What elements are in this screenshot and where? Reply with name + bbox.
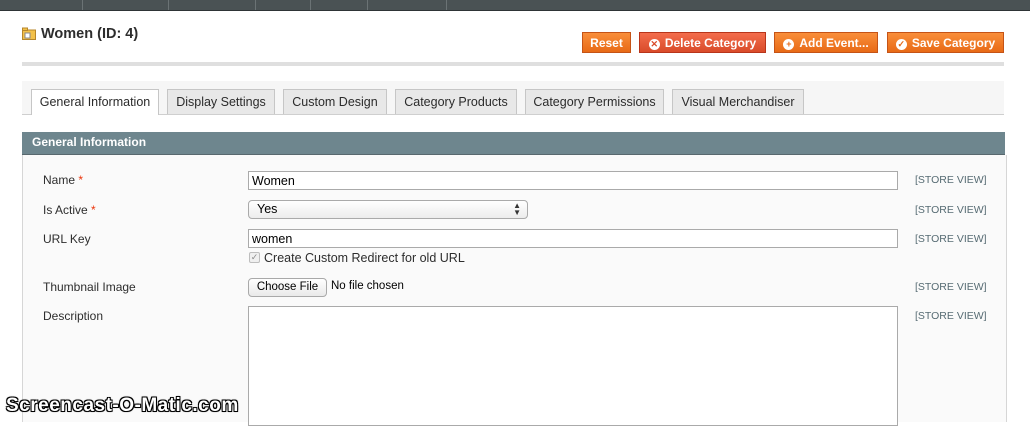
is-active-scope: [STORE VIEW] [915, 204, 987, 216]
add-event-label: Add Event... [799, 36, 869, 50]
section-header: General Information [22, 132, 1005, 155]
top-bar-divider [168, 0, 169, 10]
tab-label: General Information [39, 95, 151, 109]
admin-top-bar [0, 0, 1030, 11]
tab-label: Custom Design [292, 95, 378, 109]
add-event-button[interactable]: + Add Event... [774, 32, 878, 53]
description-label: Description [43, 309, 104, 323]
top-bar-divider [367, 0, 368, 10]
save-category-button[interactable]: ✓ Save Category [887, 32, 1004, 53]
tab-category-products[interactable]: Category Products [395, 89, 517, 114]
url-key-label: URL Key [43, 232, 91, 246]
tab-label: Category Permissions [533, 95, 656, 109]
name-field[interactable]: Women [248, 171, 898, 190]
is-active-select[interactable]: Yes ▲ ▼ [248, 200, 528, 219]
reset-button[interactable]: Reset [582, 32, 631, 53]
plus-circle-icon: + [783, 39, 795, 50]
is-active-label-text: Is Active [43, 203, 88, 217]
tab-display-settings[interactable]: Display Settings [167, 89, 275, 114]
tab-visual-merchandiser[interactable]: Visual Merchandiser [672, 89, 804, 114]
section-title: General Information [32, 135, 147, 149]
select-arrows-icon: ▲ ▼ [513, 201, 521, 217]
custom-redirect-label: Create Custom Redirect for old URL [264, 251, 465, 265]
thumbnail-label: Thumbnail Image [43, 280, 136, 294]
is-active-label: Is Active * [43, 203, 96, 217]
screencast-watermark: Screencast-O-Matic.com [6, 395, 239, 416]
tab-general-information[interactable]: General Information [31, 89, 159, 115]
choose-file-button[interactable]: Choose File [248, 278, 327, 297]
tab-category-permissions[interactable]: Category Permissions [525, 89, 664, 114]
name-scope: [STORE VIEW] [915, 174, 987, 186]
custom-redirect-checkbox[interactable]: ✓ [249, 252, 260, 263]
url-key-field[interactable]: women [248, 229, 898, 248]
check-circle-icon: ✓ [895, 39, 907, 50]
page-title: Women (ID: 4) [22, 26, 138, 42]
is-active-value: Yes [257, 202, 278, 216]
description-scope: [STORE VIEW] [915, 310, 987, 322]
reset-button-label: Reset [590, 36, 623, 50]
tab-label: Display Settings [176, 95, 266, 109]
file-status: No file chosen [331, 280, 404, 292]
delete-category-button[interactable]: ✕ Delete Category [639, 32, 766, 53]
name-label-text: Name [43, 173, 76, 187]
close-circle-icon: ✕ [648, 39, 660, 50]
top-bar-divider [255, 0, 256, 10]
top-bar-divider [310, 0, 311, 10]
thumbnail-scope: [STORE VIEW] [915, 281, 987, 293]
save-category-label: Save Category [911, 36, 996, 50]
top-bar-divider [446, 0, 447, 10]
required-mark: * [91, 203, 96, 217]
required-mark: * [78, 173, 84, 187]
tab-label: Category Products [404, 95, 508, 109]
name-label: Name * [43, 173, 83, 187]
tab-custom-design[interactable]: Custom Design [283, 89, 387, 114]
folder-icon [22, 27, 36, 40]
tab-label: Visual Merchandiser [681, 95, 795, 109]
page-title-text: Women (ID: 4) [41, 26, 139, 42]
top-bar-divider [82, 0, 83, 10]
delete-category-label: Delete Category [664, 36, 757, 50]
url-key-scope: [STORE VIEW] [915, 233, 987, 245]
description-textarea[interactable] [248, 306, 898, 426]
